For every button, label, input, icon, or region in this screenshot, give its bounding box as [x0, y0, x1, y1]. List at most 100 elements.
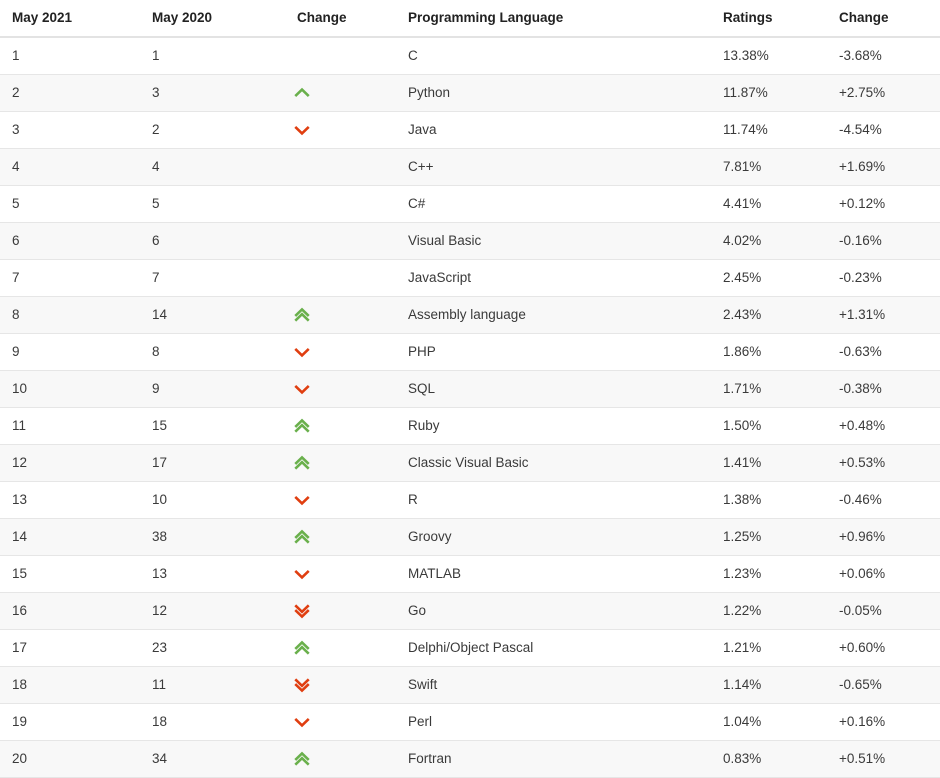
double-chevron-down-icon — [293, 602, 311, 620]
cell-ratings: 11.87% — [705, 74, 823, 112]
table-row[interactable]: 4 4 C++ 7.81% +1.69% — [0, 148, 940, 186]
table-row[interactable]: 20 34 Fortran 0.83% +0.51% — [0, 740, 940, 778]
double-chevron-up-icon — [293, 528, 311, 546]
cell-rank-previous: 17 — [140, 444, 283, 482]
cell-programming-language: Perl — [396, 703, 705, 741]
column-header-rating-change: Change — [823, 0, 940, 38]
cell-rank-current: 1 — [0, 37, 140, 75]
cell-rating-change: +0.16% — [823, 703, 940, 741]
cell-programming-language: JavaScript — [396, 259, 705, 297]
chevron-down-icon — [293, 713, 311, 731]
trend-indicator — [283, 297, 396, 333]
cell-rank-previous: 14 — [140, 296, 283, 334]
cell-trend-change — [283, 222, 396, 260]
cell-programming-language: Go — [396, 592, 705, 630]
cell-rank-current: 19 — [0, 703, 140, 741]
cell-rating-change: +0.48% — [823, 407, 940, 445]
table-row[interactable]: 10 9 SQL 1.71% -0.38% — [0, 370, 940, 408]
cell-trend-change — [283, 259, 396, 297]
trend-indicator — [283, 482, 396, 518]
table-row[interactable]: 16 12 Go 1.22% -0.05% — [0, 592, 940, 630]
table-row[interactable]: 8 14 Assembly language 2.43% +1.31% — [0, 296, 940, 334]
cell-programming-language: C++ — [396, 148, 705, 186]
cell-rank-current: 4 — [0, 148, 140, 186]
cell-ratings: 7.81% — [705, 148, 823, 186]
cell-rank-current: 18 — [0, 666, 140, 704]
table-row[interactable]: 1 1 C 13.38% -3.68% — [0, 37, 940, 75]
cell-ratings: 1.86% — [705, 333, 823, 371]
cell-trend-change — [283, 629, 396, 667]
cell-rating-change: +0.53% — [823, 444, 940, 482]
cell-rating-change: -0.23% — [823, 259, 940, 297]
cell-trend-change — [283, 740, 396, 778]
cell-ratings: 4.02% — [705, 222, 823, 260]
cell-rating-change: +0.60% — [823, 629, 940, 667]
chevron-down-icon — [293, 565, 311, 583]
cell-programming-language: Python — [396, 74, 705, 112]
table-row[interactable]: 17 23 Delphi/Object Pascal 1.21% +0.60% — [0, 629, 940, 667]
table-row[interactable]: 13 10 R 1.38% -0.46% — [0, 481, 940, 519]
cell-rank-previous: 34 — [140, 740, 283, 778]
cell-programming-language: C — [396, 37, 705, 75]
table-row[interactable]: 2 3 Python 11.87% +2.75% — [0, 74, 940, 112]
table-row[interactable]: 18 11 Swift 1.14% -0.65% — [0, 666, 940, 704]
cell-rank-previous: 38 — [140, 518, 283, 556]
table-row[interactable]: 6 6 Visual Basic 4.02% -0.16% — [0, 222, 940, 260]
table-body: 1 1 C 13.38% -3.68% 2 3 Python 11.87% +2.75% 3 2 Jav… — [0, 37, 940, 778]
cell-rating-change: +2.75% — [823, 74, 940, 112]
cell-trend-change — [283, 111, 396, 149]
trend-indicator — [283, 38, 396, 74]
chevron-down-icon — [293, 380, 311, 398]
cell-programming-language: SQL — [396, 370, 705, 408]
table-row[interactable]: 12 17 Classic Visual Basic 1.41% +0.53% — [0, 444, 940, 482]
cell-programming-language: C# — [396, 185, 705, 223]
double-chevron-up-icon — [293, 454, 311, 472]
cell-programming-language: MATLAB — [396, 555, 705, 593]
table-row[interactable]: 9 8 PHP 1.86% -0.63% — [0, 333, 940, 371]
cell-rank-current: 11 — [0, 407, 140, 445]
trend-indicator — [283, 112, 396, 148]
cell-rating-change: -0.05% — [823, 592, 940, 630]
double-chevron-up-icon — [293, 639, 311, 657]
cell-programming-language: Delphi/Object Pascal — [396, 629, 705, 667]
table-row[interactable]: 11 15 Ruby 1.50% +0.48% — [0, 407, 940, 445]
trend-indicator — [283, 445, 396, 481]
cell-ratings: 1.38% — [705, 481, 823, 519]
trend-indicator — [283, 223, 396, 259]
cell-rank-previous: 4 — [140, 148, 283, 186]
cell-rating-change: +0.96% — [823, 518, 940, 556]
column-header-ratings: Ratings — [705, 0, 823, 38]
table-row[interactable]: 7 7 JavaScript 2.45% -0.23% — [0, 259, 940, 297]
double-chevron-down-icon — [293, 676, 311, 694]
table-row[interactable]: 5 5 C# 4.41% +0.12% — [0, 185, 940, 223]
cell-rank-current: 3 — [0, 111, 140, 149]
cell-ratings: 1.41% — [705, 444, 823, 482]
cell-rank-current: 10 — [0, 370, 140, 408]
trend-indicator — [283, 741, 396, 777]
trend-indicator — [283, 371, 396, 407]
table-row[interactable]: 15 13 MATLAB 1.23% +0.06% — [0, 555, 940, 593]
cell-rating-change: +0.06% — [823, 555, 940, 593]
cell-rank-current: 17 — [0, 629, 140, 667]
cell-rank-previous: 6 — [140, 222, 283, 260]
chevron-up-icon — [293, 84, 311, 102]
table-row[interactable]: 19 18 Perl 1.04% +0.16% — [0, 703, 940, 741]
cell-rank-current: 5 — [0, 185, 140, 223]
trend-indicator — [283, 667, 396, 703]
cell-rating-change: +1.69% — [823, 148, 940, 186]
table-header: May 2021 May 2020 Change Programming Lan… — [0, 0, 940, 38]
cell-rating-change: +0.51% — [823, 740, 940, 778]
table-row[interactable]: 3 2 Java 11.74% -4.54% — [0, 111, 940, 149]
table-row[interactable]: 14 38 Groovy 1.25% +0.96% — [0, 518, 940, 556]
cell-rank-current: 7 — [0, 259, 140, 297]
cell-programming-language: Swift — [396, 666, 705, 704]
trend-indicator — [283, 519, 396, 555]
cell-rating-change: -0.46% — [823, 481, 940, 519]
column-header-trend-change: Change — [283, 0, 396, 38]
cell-rating-change: +0.12% — [823, 185, 940, 223]
cell-trend-change — [283, 407, 396, 445]
cell-programming-language: Fortran — [396, 740, 705, 778]
cell-rank-current: 12 — [0, 444, 140, 482]
cell-rank-previous: 15 — [140, 407, 283, 445]
table-header-row: May 2021 May 2020 Change Programming Lan… — [0, 0, 940, 38]
